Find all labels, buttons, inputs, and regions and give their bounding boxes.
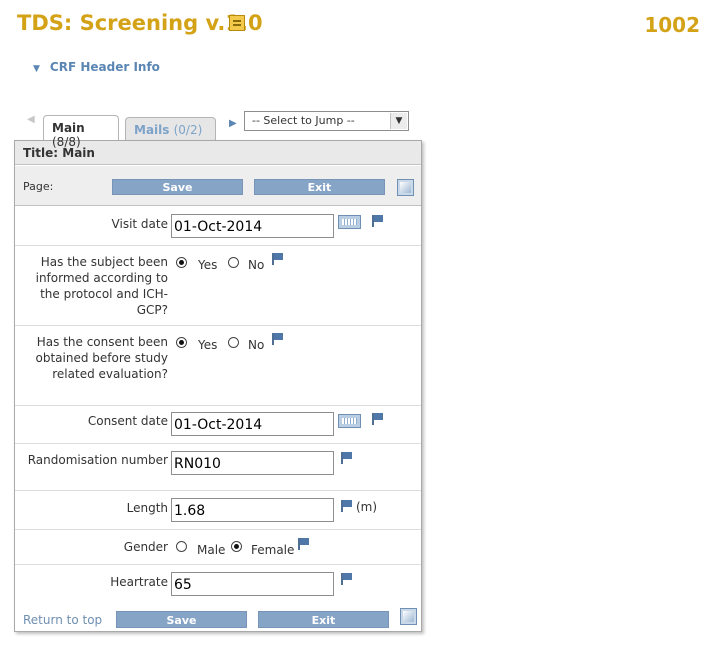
length-label: Length [126,501,168,515]
tab-main-count: (8/8) [52,135,81,149]
flag-icon[interactable] [271,333,283,345]
consent-date-input[interactable]: 01-Oct-2014 [171,412,334,436]
flag-icon[interactable] [340,500,352,512]
page-label: Page: [23,180,54,193]
chevron-down-icon: ▼ [390,113,407,129]
informed-yes-radio[interactable] [176,257,187,268]
save-button-top[interactable]: Save [112,179,243,195]
informed-no-label: No [248,258,265,272]
flag-icon[interactable] [297,538,309,550]
row-divider [15,529,421,530]
jump-select-value: -- Select to Jump -- [252,114,355,127]
page-title: TDS: Screening v.1.0 [17,11,263,35]
heartrate-input[interactable]: 65 [171,572,334,596]
consent-yes-label: Yes [198,338,218,352]
row-divider [15,245,421,246]
tab-main[interactable]: Main (8/8) [43,115,119,149]
next-tab-arrow-icon[interactable]: ▶ [229,118,237,129]
informed-yes-label: Yes [198,258,218,272]
flag-icon[interactable] [340,573,352,585]
consent-yes-radio[interactable] [176,337,187,348]
heartrate-label: Heartrate [110,575,168,589]
print-icon[interactable] [397,179,414,196]
gender-label: Gender [123,540,168,554]
tab-main-label: Main [52,121,85,135]
consent-no-label: No [248,338,265,352]
consent-no-radio[interactable] [228,337,239,348]
exit-button-bottom[interactable]: Exit [258,611,389,628]
jump-select[interactable]: -- Select to Jump -- ▼ [244,111,409,131]
informed-label: Has the subject been informed according … [35,255,168,317]
row-divider [15,405,421,406]
calendar-icon[interactable] [338,215,361,229]
randomisation-label: Randomisation number [27,453,168,467]
exit-button-top[interactable]: Exit [254,179,385,195]
tab-mails-label: Mails [134,123,170,137]
consent-obtained-label: Has the consent been obtained before stu… [35,335,169,381]
row-divider [15,443,421,444]
gender-male-radio[interactable] [176,541,187,552]
visit-date-input[interactable]: 01-Oct-2014 [171,214,334,238]
flag-icon[interactable] [371,413,383,425]
gender-male-label: Male [197,543,226,557]
row-divider [15,564,421,565]
print-icon[interactable] [400,608,417,625]
save-button-bottom[interactable]: Save [116,611,247,628]
consent-date-label: Consent date [87,414,168,428]
flag-icon[interactable] [340,452,352,464]
return-to-top-link[interactable]: Return to top [23,613,102,627]
gender-female-label: Female [251,543,295,557]
length-input[interactable]: 1.68 [171,498,334,522]
row-divider [15,325,421,326]
length-unit: (m) [356,500,378,514]
informed-no-radio[interactable] [228,257,239,268]
tab-mails-count: (0/2) [173,123,203,137]
flag-icon[interactable] [371,215,383,227]
flag-icon[interactable] [271,253,283,265]
triangle-down-icon: ▼ [33,64,40,74]
randomisation-input[interactable]: RN010 [171,451,334,475]
crf-header-toggle[interactable]: ▼ CRF Header Info [33,60,160,74]
record-id: 1002 [644,13,700,37]
crf-header-toggle-label: CRF Header Info [49,60,160,74]
gender-female-radio[interactable] [231,541,242,552]
row-divider [15,490,421,491]
calendar-icon[interactable] [338,414,361,428]
previous-tab-arrow-icon[interactable]: ◀ [27,114,35,125]
visit-date-label: Visit date [111,217,168,231]
tab-mails[interactable]: Mails (0/2) [125,117,216,140]
edit-note-icon[interactable] [229,15,245,31]
